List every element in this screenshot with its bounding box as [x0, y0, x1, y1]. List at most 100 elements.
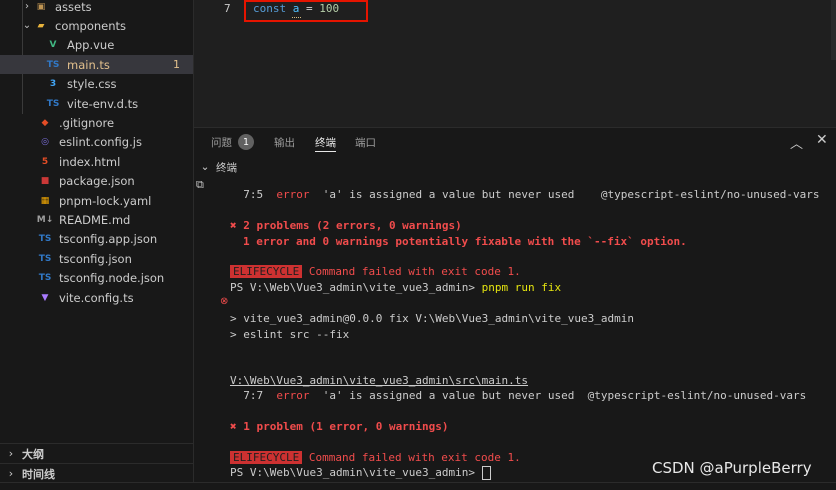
- file-tree-item[interactable]: M↓ README.md: [0, 210, 193, 229]
- file-tree-item[interactable]: ■ package.json: [0, 172, 193, 191]
- lifecycle-badge: ELIFECYCLE: [230, 265, 303, 278]
- lint-message: 'a' is assigned a value but never used: [322, 188, 575, 201]
- terminal-split-icon[interactable]: ⧉: [196, 178, 210, 192]
- file-tree-label: eslint.config.js: [59, 135, 142, 150]
- file-tree-label: main.ts: [67, 57, 110, 72]
- file-tree-item[interactable]: TS main.ts 1: [0, 55, 193, 75]
- markdown-icon: M↓: [36, 214, 54, 225]
- terminal-line: > vite_vue3_admin@0.0.0 fix V:\Web\Vue3_…: [230, 312, 634, 325]
- terminal-line: ELIFECYCLE Command failed with exit code…: [230, 265, 521, 278]
- failed-message: Command failed with exit code 1.: [308, 451, 521, 464]
- bottom-panel: 问题 1 输出 终端 端口 ︿ ✕ ⌄ 终端 ⧉ 7:5 error 'a' i…: [194, 127, 836, 490]
- npm-icon: ■: [40, 176, 50, 187]
- file-tree-label: .gitignore: [59, 115, 115, 130]
- chevron-down-icon: ⌄: [22, 20, 32, 32]
- tsconfig-icon: TS: [38, 253, 52, 264]
- lint-rule: @typescript-eslint/no-unused-vars: [587, 389, 807, 402]
- css-icon: 3: [49, 79, 57, 90]
- file-tree-label: App.vue: [67, 38, 115, 53]
- editor-scrollbar[interactable]: [831, 0, 836, 60]
- file-tree-label: style.css: [67, 77, 117, 92]
- vue-icon: V: [49, 40, 57, 51]
- panel-tab-bar: 问题 1 输出 终端 端口 ︿ ✕: [194, 128, 836, 156]
- lint-rule: @typescript-eslint/no-unused-vars: [600, 188, 820, 201]
- file-tree-item[interactable]: ◎ eslint.config.js: [0, 133, 193, 152]
- code-editor[interactable]: 7 const a = 100: [194, 0, 836, 127]
- lint-position: 7:5: [243, 188, 264, 201]
- eslint-icon: ◎: [41, 137, 49, 148]
- lint-position: 7:7: [243, 389, 264, 402]
- file-tree-label: tsconfig.app.json: [59, 232, 158, 247]
- file-tree-item[interactable]: ▼ vite.config.ts: [0, 288, 193, 307]
- command: pnpm run fix: [481, 281, 562, 294]
- maximize-panel-icon[interactable]: ︿: [790, 133, 803, 152]
- vite-icon: ▼: [41, 292, 49, 303]
- file-tree-item[interactable]: ▦ pnpm-lock.yaml: [0, 191, 193, 210]
- lint-severity: error: [276, 188, 310, 201]
- chevron-down-icon: ⌄: [200, 161, 210, 173]
- terminal-line: 7:5 error 'a' is assigned a value but ne…: [230, 188, 819, 201]
- file-tree-label: components: [55, 18, 127, 33]
- terminal-header[interactable]: ⌄ 终端: [194, 158, 836, 176]
- file-tree-label: vite-env.d.ts: [67, 96, 139, 111]
- close-icon[interactable]: ✕: [816, 132, 828, 148]
- typescript-icon: TS: [46, 98, 60, 109]
- file-tree-item[interactable]: TS tsconfig.node.json: [0, 269, 193, 288]
- prompt: PS V:\Web\Vue3_admin\vite_vue3_admin>: [230, 281, 476, 294]
- file-tree-item[interactable]: TS vite-env.d.ts: [0, 94, 193, 113]
- tsconfig-icon: TS: [38, 234, 52, 245]
- error-decoration-icon[interactable]: ⊗: [220, 296, 228, 307]
- file-tree-item[interactable]: 3 style.css: [0, 75, 193, 94]
- tsconfig-icon: TS: [38, 273, 52, 284]
- terminal-title: 终端: [216, 161, 237, 174]
- file-tree-label: index.html: [59, 154, 121, 169]
- outline-label: 大纲: [22, 447, 44, 461]
- git-icon: ◆: [41, 117, 49, 128]
- terminal-line: 1 error and 0 warnings potentially fixab…: [243, 235, 687, 248]
- file-tree-item[interactable]: TS tsconfig.json: [0, 249, 193, 268]
- timeline-label: 时间线: [22, 467, 55, 481]
- file-tree-item[interactable]: › ▣ assets: [0, 0, 193, 16]
- file-tree-label: README.md: [59, 212, 131, 227]
- terminal-line: PS V:\Web\Vue3_admin\vite_vue3_admin>: [230, 466, 491, 480]
- file-tree-label: pnpm-lock.yaml: [59, 193, 152, 208]
- file-tree-item[interactable]: ◆ .gitignore: [0, 113, 193, 132]
- file-tree-label: tsconfig.node.json: [59, 271, 165, 286]
- terminal-line: ELIFECYCLE Command failed with exit code…: [230, 451, 521, 464]
- terminal-line: 7:7 error 'a' is assigned a value but ne…: [230, 389, 806, 402]
- folder-assets-icon: ▣: [36, 1, 46, 12]
- file-tree-item[interactable]: TS tsconfig.app.json: [0, 230, 193, 249]
- line-number: 7: [224, 2, 231, 15]
- terminal-line: > eslint src --fix: [230, 328, 350, 341]
- chevron-right-icon: ›: [8, 447, 14, 460]
- file-tree-label: tsconfig.json: [59, 251, 132, 266]
- folder-components-icon: ▰: [37, 20, 45, 31]
- lifecycle-badge: ELIFECYCLE: [230, 451, 303, 464]
- tab-problems[interactable]: 问题: [211, 135, 232, 150]
- timeline-section-header[interactable]: › 时间线: [0, 463, 193, 483]
- tab-output[interactable]: 输出: [274, 135, 295, 150]
- chevron-right-icon: ›: [8, 467, 14, 480]
- file-tree-item[interactable]: ⌄ ▰ components: [0, 16, 193, 35]
- file-tree-item[interactable]: V App.vue: [0, 36, 193, 55]
- tab-ports[interactable]: 端口: [355, 135, 376, 150]
- html-icon: 5: [41, 156, 49, 167]
- failed-message: Command failed with exit code 1.: [308, 265, 521, 278]
- file-tree-label: assets: [55, 0, 92, 14]
- pnpm-icon: ▦: [40, 195, 50, 206]
- terminal-line: ✖ 1 problem (1 error, 0 warnings): [230, 420, 449, 433]
- explorer-sidebar: › ▣ assets ⌄ ▰ components V App.vue TS main.ts 1 3 s…: [0, 0, 194, 489]
- prompt: PS V:\Web\Vue3_admin\vite_vue3_admin>: [230, 466, 476, 479]
- lint-message: 'a' is assigned a value but never used: [322, 389, 575, 402]
- terminal-cursor: [481, 466, 491, 480]
- tab-terminal[interactable]: 终端: [315, 135, 336, 152]
- file-tree-label: package.json: [59, 174, 135, 189]
- problems-count-badge: 1: [238, 134, 254, 150]
- file-tree-label: vite.config.ts: [59, 290, 134, 305]
- annotation-highlight-box: [244, 0, 368, 22]
- lint-severity: error: [276, 389, 310, 402]
- terminal-line: PS V:\Web\Vue3_admin\vite_vue3_admin> pn…: [230, 281, 561, 294]
- file-path-link[interactable]: V:\Web\Vue3_admin\vite_vue3_admin\src\ma…: [230, 374, 528, 387]
- file-tree-item[interactable]: 5 index.html: [0, 152, 193, 171]
- outline-section-header[interactable]: › 大纲: [0, 443, 193, 463]
